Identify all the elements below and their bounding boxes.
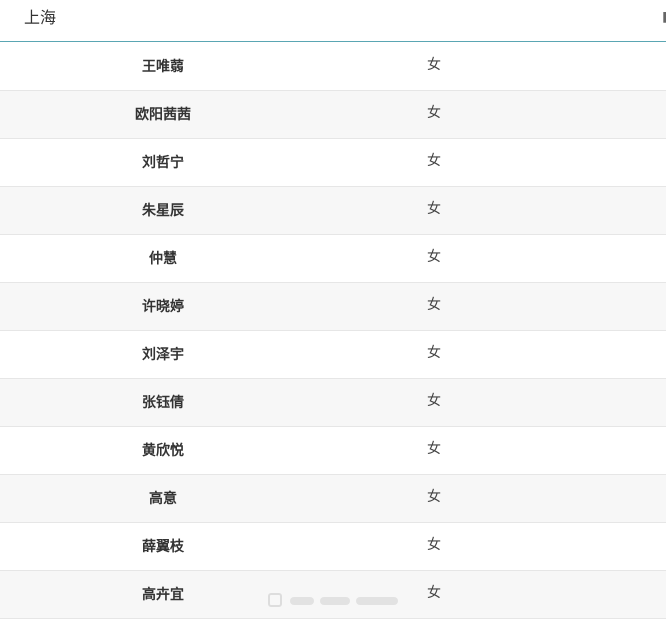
member-gender: 女	[427, 297, 441, 313]
table-header: 上海 ▮	[0, 0, 666, 42]
member-name: 黄欣悦	[142, 443, 184, 459]
watermark-text-block	[320, 597, 350, 605]
member-gender: 女	[427, 345, 441, 361]
table-row: 欧阳茜茜 女	[0, 91, 666, 139]
watermark-mark-icon	[268, 593, 282, 607]
member-gender: 女	[427, 489, 441, 505]
member-name: 欧阳茜茜	[135, 107, 191, 123]
member-name: 高卉宜	[142, 587, 184, 603]
member-name: 张钰倩	[142, 395, 184, 411]
member-gender: 女	[427, 57, 441, 73]
table-row: 高意 女	[0, 475, 666, 523]
truncated-header-glyph: ▮	[662, 9, 666, 25]
member-name: 王唯蒻	[142, 59, 184, 75]
member-name: 仲慧	[149, 251, 177, 267]
member-gender: 女	[427, 441, 441, 457]
table-row: 王唯蒻 女	[0, 43, 666, 91]
member-gender: 女	[427, 537, 441, 553]
watermark-logo	[268, 592, 402, 610]
member-name: 高意	[149, 491, 177, 507]
table-row: 刘泽宇 女	[0, 331, 666, 379]
member-gender: 女	[427, 105, 441, 121]
table-row: 朱星辰 女	[0, 187, 666, 235]
watermark-text-block	[290, 597, 314, 605]
member-gender: 女	[427, 201, 441, 217]
table-row: 仲慧 女	[0, 235, 666, 283]
member-name: 刘泽宇	[142, 347, 184, 363]
roster-page: 上海 ▮ 王唯蒻 女 欧阳茜茜 女 刘哲宁 女 朱星辰 女 仲慧 女 许晓婷 女…	[0, 0, 666, 619]
table-row: 薛翼枝 女	[0, 523, 666, 571]
member-name: 刘哲宁	[142, 155, 184, 171]
member-name: 许晓婷	[142, 299, 184, 315]
member-name: 朱星辰	[142, 203, 184, 219]
member-gender: 女	[427, 153, 441, 169]
region-title: 上海	[24, 8, 57, 27]
watermark-text-block	[356, 597, 398, 605]
member-gender: 女	[427, 393, 441, 409]
member-name: 薛翼枝	[142, 539, 184, 555]
table-row: 刘哲宁 女	[0, 139, 666, 187]
table-row: 许晓婷 女	[0, 283, 666, 331]
table-row: 黄欣悦 女	[0, 427, 666, 475]
member-gender: 女	[427, 585, 441, 601]
roster-table: 王唯蒻 女 欧阳茜茜 女 刘哲宁 女 朱星辰 女 仲慧 女 许晓婷 女 刘泽宇 …	[0, 43, 666, 619]
member-gender: 女	[427, 249, 441, 265]
table-row: 张钰倩 女	[0, 379, 666, 427]
